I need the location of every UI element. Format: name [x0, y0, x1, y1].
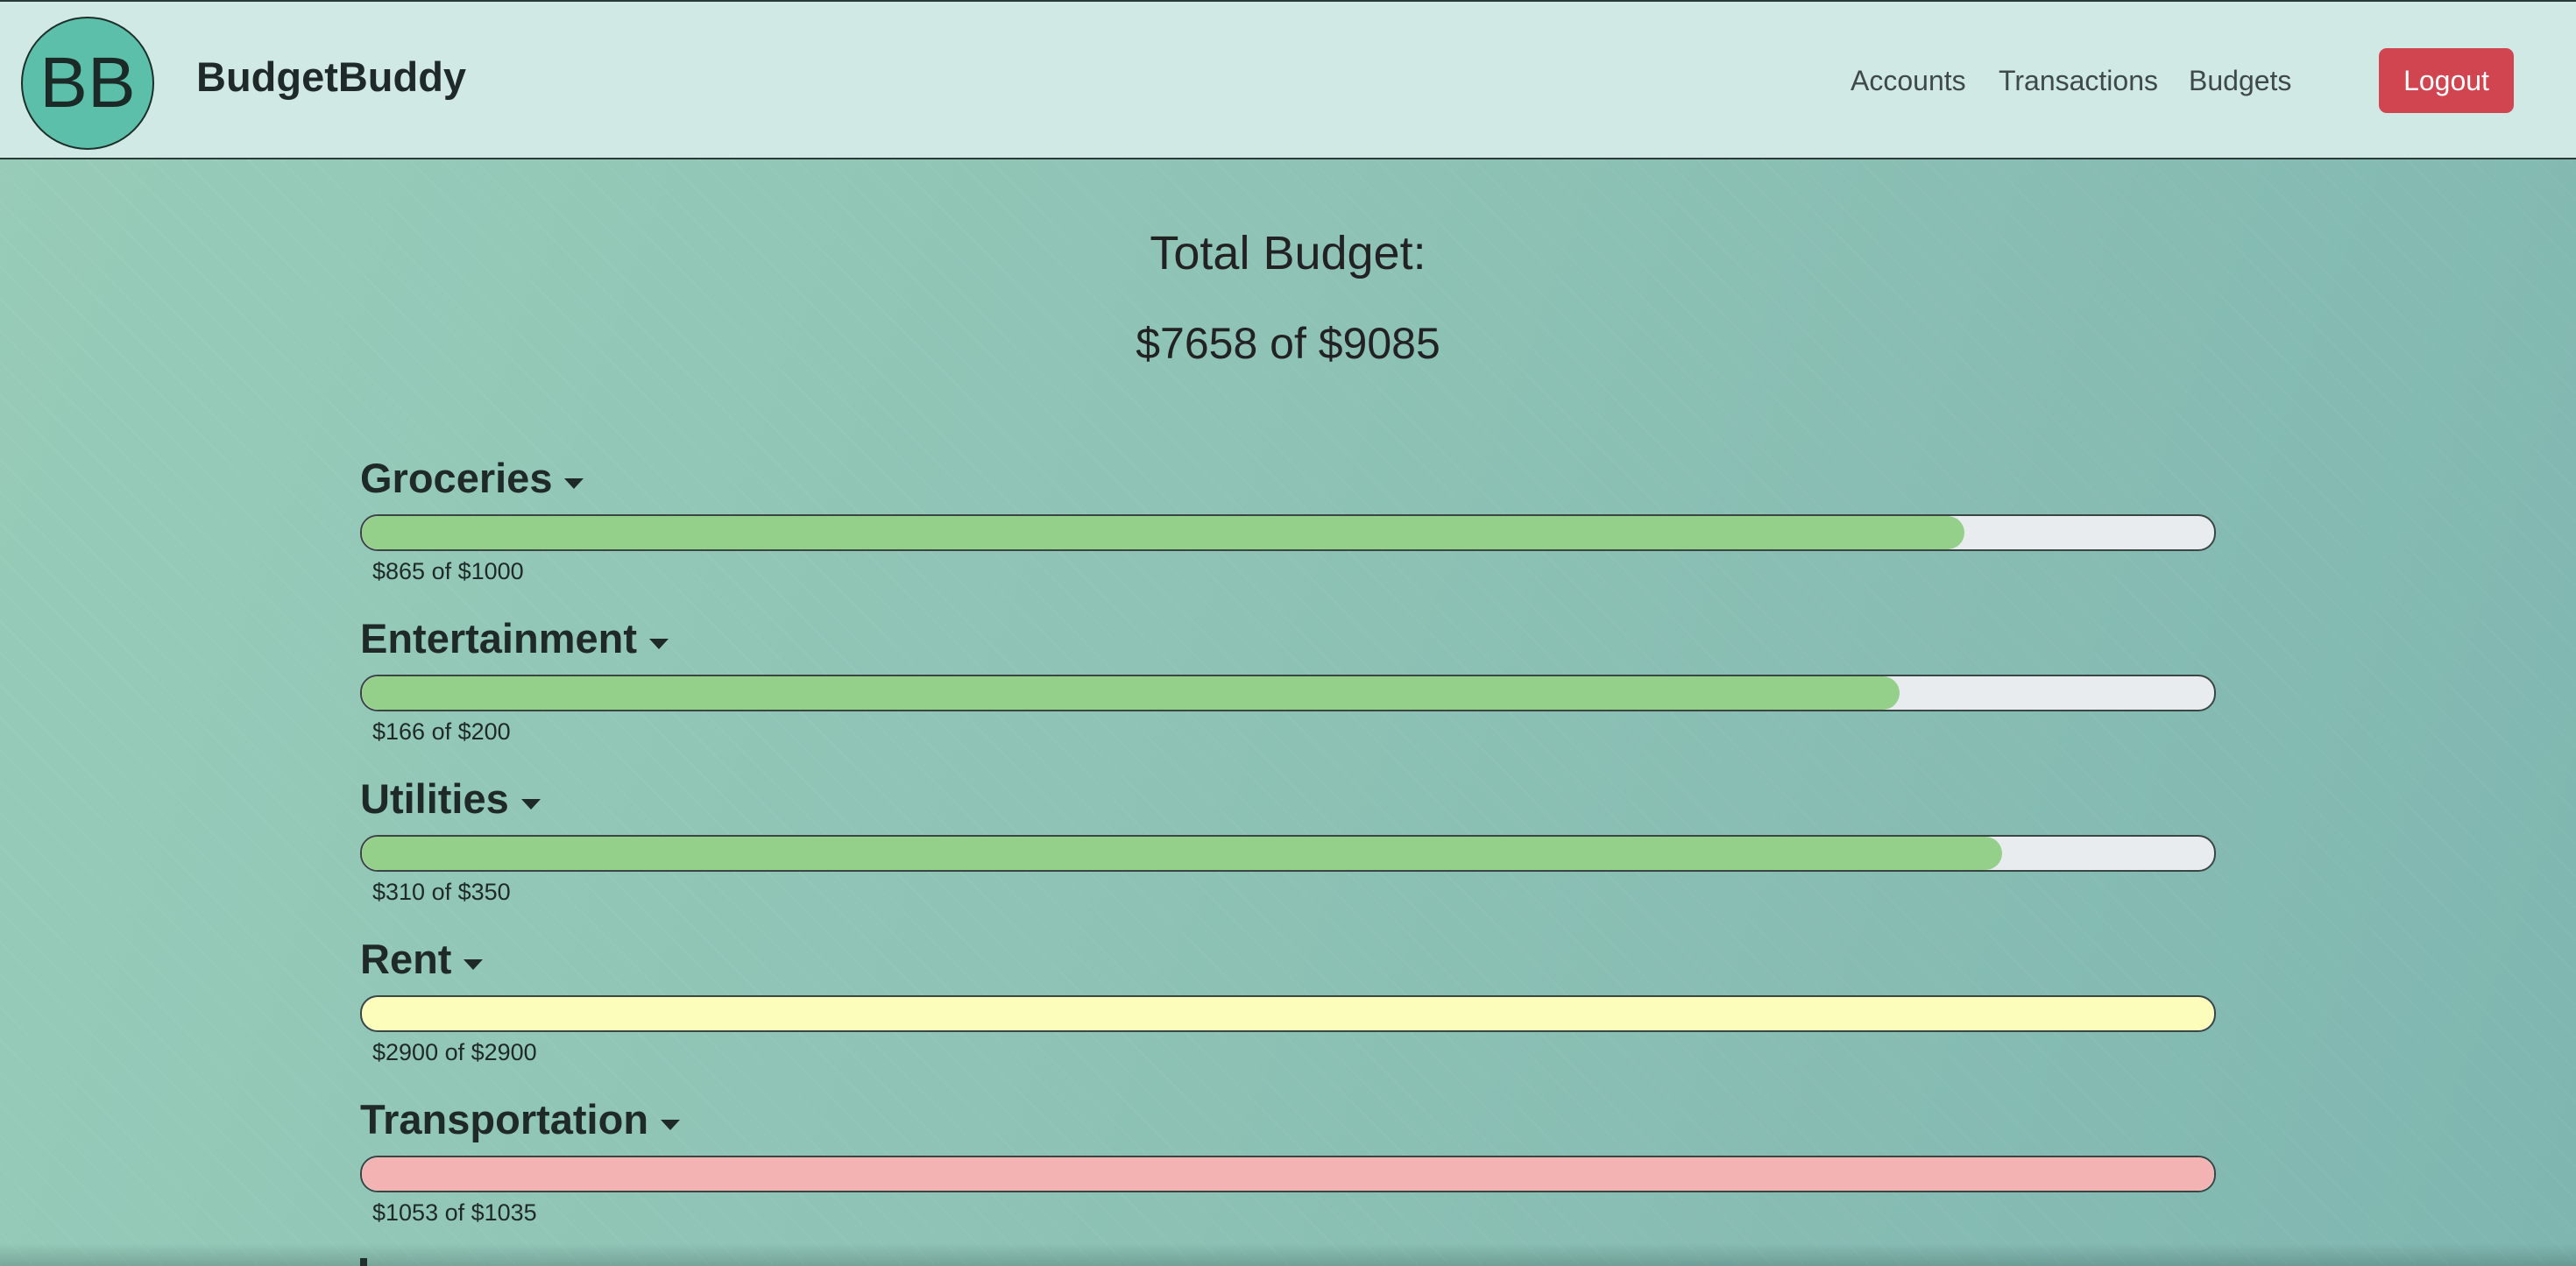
total-budget-title: Total Budget: — [1150, 227, 1426, 279]
budget-category-toggle[interactable]: Transportation — [360, 1093, 2216, 1145]
caret-down-icon[interactable] — [661, 1120, 681, 1130]
budget-progress-fill — [362, 516, 1964, 549]
nav-link-budgets[interactable]: Budgets — [2189, 65, 2291, 97]
budget-category-name: Groceries — [360, 454, 553, 501]
budget-category-toggle[interactable]: Rent — [360, 932, 2216, 985]
budget-category-name: Utilities — [360, 774, 509, 822]
budget-progress-bar — [360, 675, 2216, 711]
caret-down-icon[interactable] — [520, 799, 541, 810]
budget-progress-fill — [362, 997, 2214, 1030]
caret-down-icon[interactable] — [649, 639, 669, 649]
budget-item-transportation: Transportation $1053 of $1035 — [360, 1093, 2216, 1227]
budget-item-rent: Rent $2900 of $2900 — [360, 932, 2216, 1066]
budget-category-name: Rent — [360, 935, 452, 982]
budget-amount: $1053 of $1035 — [372, 1199, 537, 1226]
budget-progress-fill — [362, 676, 1900, 710]
logout-button[interactable]: Logout — [2379, 48, 2514, 113]
budget-category-toggle[interactable]: Groceries — [360, 451, 2216, 504]
budget-category-name: Entertainment — [360, 614, 637, 661]
budget-progress-bar — [360, 995, 2216, 1032]
budget-category-toggle[interactable]: Entertainment — [360, 612, 2216, 664]
caret-down-icon[interactable] — [464, 959, 484, 970]
brand-name[interactable]: BudgetBuddy — [196, 53, 466, 101]
budget-item-groceries: Groceries $865 of $1000 — [360, 451, 2216, 585]
scroll-fade — [0, 1243, 2576, 1266]
logo-text: BB — [39, 43, 136, 123]
budget-item-utilities: Utilities $310 of $350 — [360, 772, 2216, 906]
budget-category-name: Transportation — [360, 1095, 649, 1142]
budget-amount: $166 of $200 — [372, 718, 511, 745]
logo[interactable]: BB — [21, 17, 154, 150]
navbar: BB BudgetBuddy Accounts Transactions Bud… — [0, 0, 2576, 159]
budget-progress-fill — [362, 837, 2003, 870]
budget-amount: $865 of $1000 — [372, 558, 524, 584]
budget-progress-bar — [360, 835, 2216, 872]
caret-down-icon[interactable] — [564, 478, 584, 489]
budget-amount: $2900 of $2900 — [372, 1039, 537, 1065]
budget-progress-bar — [360, 514, 2216, 551]
budget-amount: $310 of $350 — [372, 879, 511, 905]
budget-progress-bar — [360, 1156, 2216, 1192]
total-budget-amount: $7658 of $9085 — [1136, 319, 1440, 368]
nav-link-accounts[interactable]: Accounts — [1851, 65, 1966, 97]
budget-category-toggle[interactable]: Utilities — [360, 772, 2216, 824]
budget-item-entertainment: Entertainment $166 of $200 — [360, 612, 2216, 746]
nav-link-transactions[interactable]: Transactions — [1999, 65, 2158, 97]
budget-progress-fill — [362, 1157, 2214, 1191]
